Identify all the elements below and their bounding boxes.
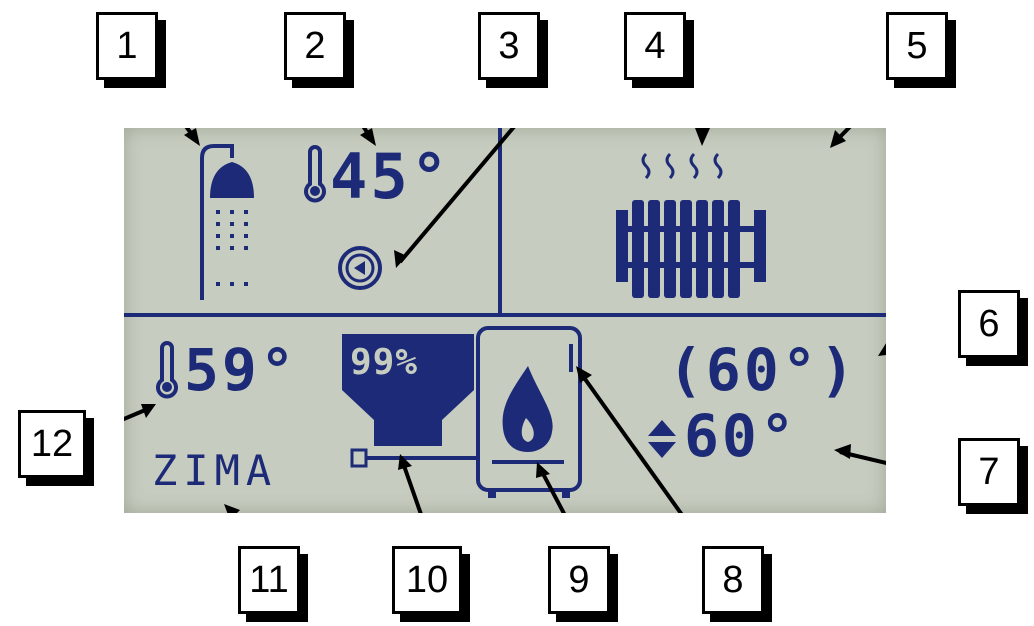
lcd-display: 45° 59° 99% (60°) 60° ZIMA [124, 128, 886, 513]
season-mode: ZIMA [152, 446, 278, 495]
preset-temperature: (60°) [668, 336, 858, 404]
callout-3: 3 [478, 12, 540, 80]
callout-6: 6 [958, 290, 1020, 358]
boiler-temperature: 59° [184, 336, 298, 404]
callout-7: 7 [958, 438, 1020, 506]
callout-5: 5 [886, 12, 948, 80]
shower-icon [200, 144, 254, 300]
heat-waves-icon [641, 152, 723, 180]
callout-4: 4 [624, 12, 686, 80]
dhw-temperature: 45° [330, 140, 451, 213]
fuel-level: 99% [350, 342, 419, 383]
callout-2: 2 [284, 12, 346, 80]
callout-11: 11 [238, 546, 300, 614]
set-temperature: 60° [684, 402, 798, 470]
boiler-flame-icon [476, 326, 582, 498]
callout-1: 1 [96, 12, 158, 80]
callout-10: 10 [392, 546, 462, 614]
thermometer-icon [304, 145, 326, 203]
up-down-arrows-icon [648, 420, 676, 458]
radiator-icon [616, 200, 766, 298]
callout-12: 12 [18, 410, 86, 478]
thermometer-icon [156, 341, 178, 399]
callout-9: 9 [548, 546, 610, 614]
pump-icon [338, 246, 382, 290]
callout-8: 8 [702, 546, 764, 614]
